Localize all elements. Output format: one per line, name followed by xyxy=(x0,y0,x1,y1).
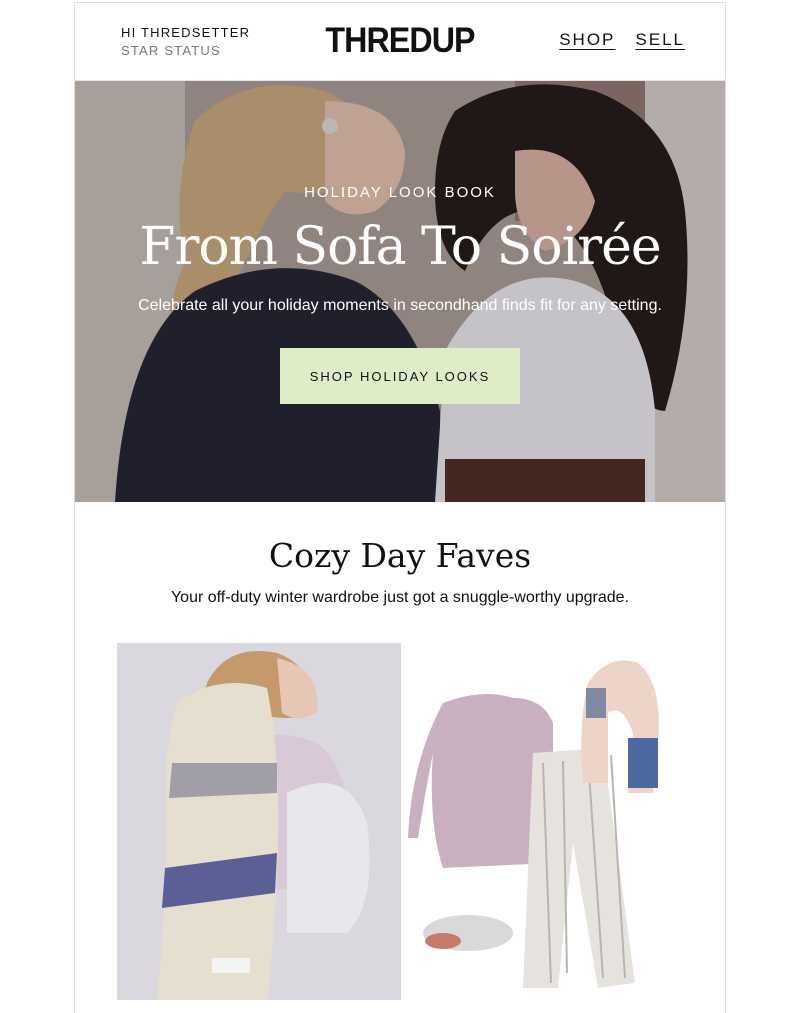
nav-sell-link[interactable]: SELL xyxy=(635,30,685,50)
hero-banner[interactable]: HOLIDAY LOOK BOOK From Sofa To Soirée Ce… xyxy=(75,81,725,502)
email-header: HI THREDSETTER STAR STATUS THREDUP SHOP … xyxy=(75,3,725,81)
hero-subtitle: Celebrate all your holiday moments in se… xyxy=(138,297,662,314)
shop-holiday-looks-button[interactable]: SHOP HOLIDAY LOOKS xyxy=(280,348,520,404)
hero-overlay xyxy=(75,81,725,502)
product-image-scarf-model[interactable] xyxy=(117,643,401,1000)
hero-eyebrow: HOLIDAY LOOK BOOK xyxy=(304,184,496,201)
section-subtitle: Your off-duty winter wardrobe just got a… xyxy=(170,589,630,606)
header-nav: SHOP SELL xyxy=(559,30,685,50)
outfit-flatlay-photo xyxy=(403,643,683,1000)
hero-title: From Sofa To Soirée xyxy=(139,217,661,277)
section-title: Cozy Day Faves xyxy=(268,536,532,575)
scarf-model-photo xyxy=(117,643,401,1000)
product-image-outfit-flatlay[interactable] xyxy=(403,643,683,1000)
nav-shop-link[interactable]: SHOP xyxy=(559,30,615,50)
